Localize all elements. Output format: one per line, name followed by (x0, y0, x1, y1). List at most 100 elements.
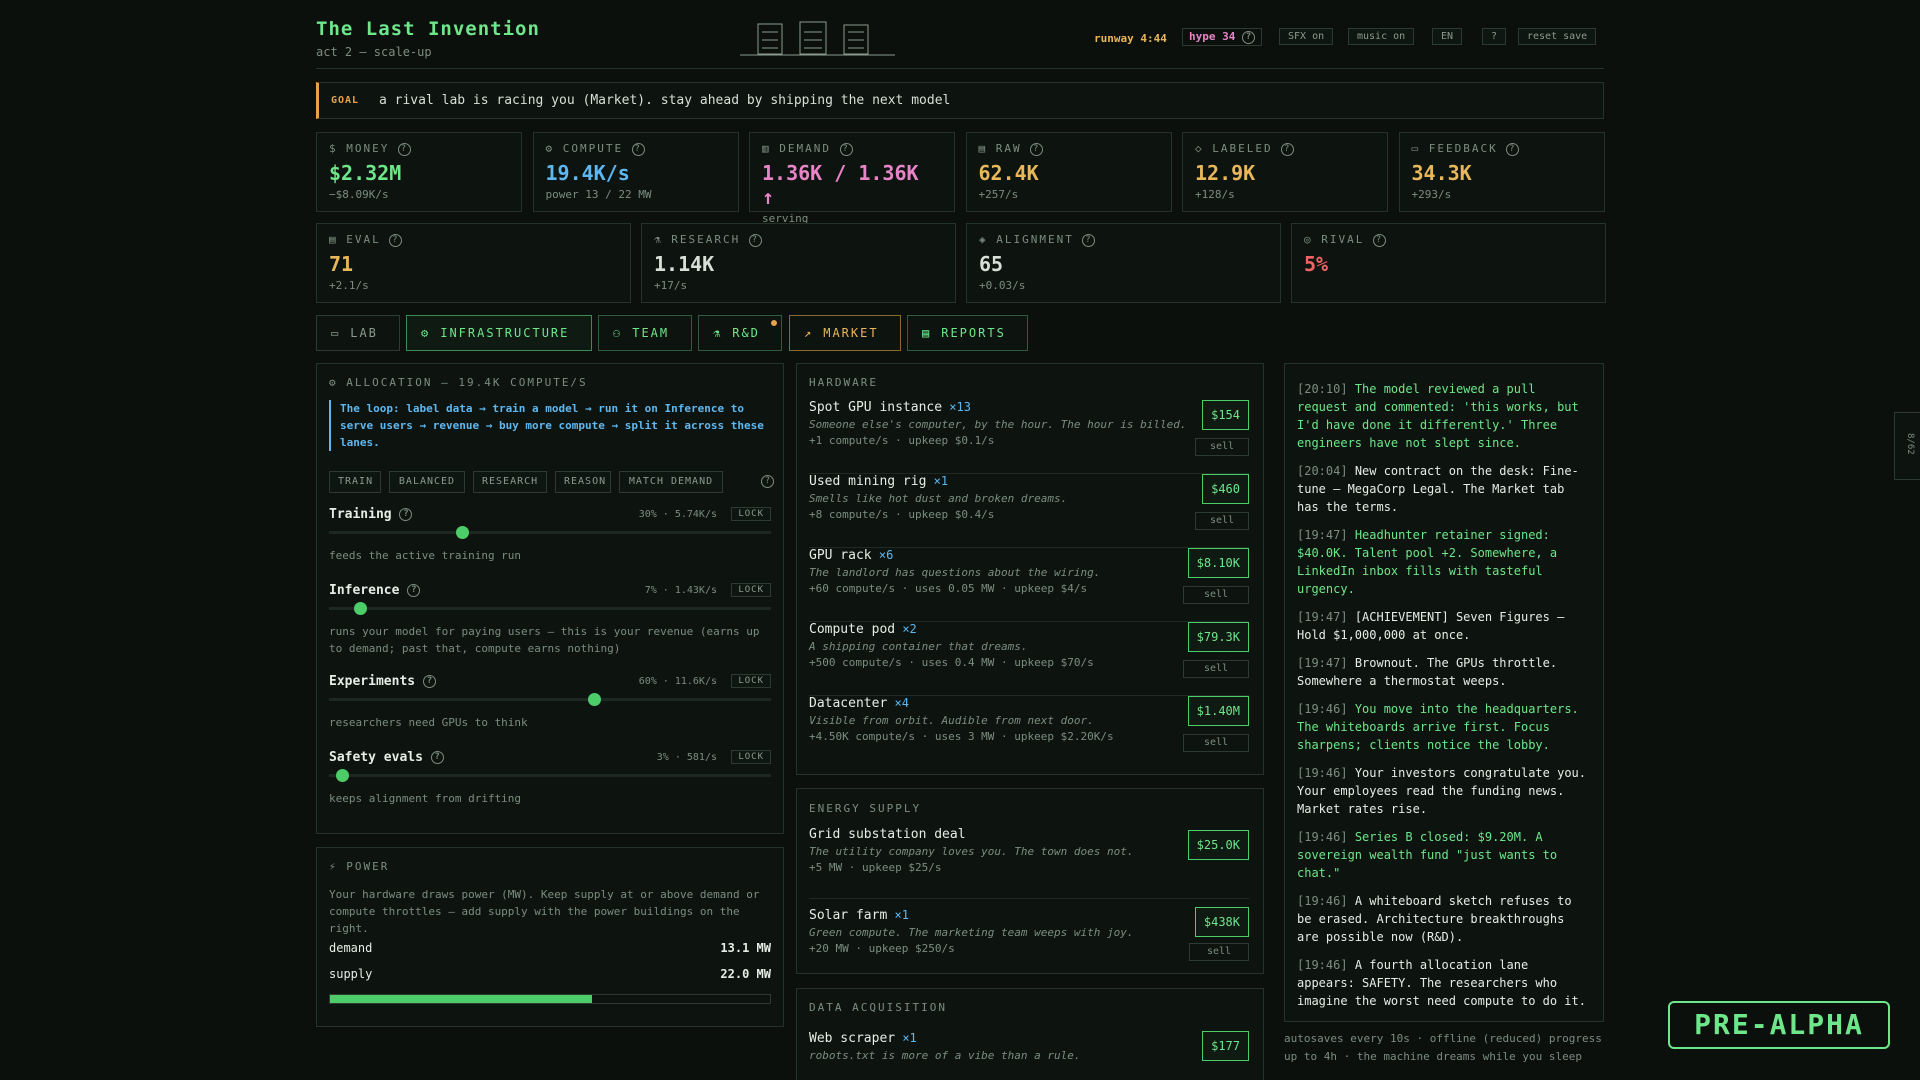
stat-card-alignment: ◈ ALIGNMENT ? 65 +0.03/s (966, 223, 1281, 303)
tab-label: R&D (732, 326, 760, 340)
sell-button[interactable]: sell (1183, 660, 1249, 678)
preset-button-reason[interactable]: REASON (555, 471, 611, 493)
document-icon: ▤ (922, 326, 932, 340)
buy-button[interactable]: $79.3K (1187, 622, 1249, 652)
hardware-item-compute-pod: Compute pod ×2 A shipping container that … (809, 622, 1249, 696)
log-entry: [19:46] Series B closed: $9.20M. A sover… (1297, 828, 1591, 882)
help-icon[interactable]: ? (399, 508, 413, 521)
stat-subtext: +128/s (1195, 187, 1235, 201)
log-entry: [19:47] Brownout. The GPUs throttle. Som… (1297, 654, 1591, 690)
people-icon: ⚇ (613, 326, 623, 340)
reset-save-button[interactable]: reset save (1518, 28, 1597, 45)
stat-value: 12.9K (1195, 160, 1256, 185)
item-stats: +1 compute/s · upkeep $0.1/s (809, 434, 995, 447)
event-log[interactable]: [20:10] The model reviewed a pull reques… (1284, 363, 1604, 1022)
hardware-title: HARDWARE (809, 376, 878, 389)
tab-label: INFRASTRUCTURE (440, 326, 570, 340)
buy-button[interactable]: $8.10K (1187, 548, 1249, 578)
help-icon[interactable]: ? (748, 233, 762, 247)
slider-knob[interactable] (336, 769, 350, 782)
help-icon[interactable]: ? (1373, 233, 1386, 247)
lane-slider[interactable] (329, 693, 771, 706)
preset-button-balanced[interactable]: BALANCED (389, 471, 465, 493)
help-icon[interactable]: ? (422, 675, 436, 688)
tab-infrastructure[interactable]: ⚙ INFRASTRUCTURE (406, 315, 592, 351)
item-description: The landlord has questions about the wir… (809, 566, 1101, 579)
stat-title: ▭ FEEDBACK ? (1412, 142, 1592, 156)
help-icon[interactable]: ? (1082, 233, 1096, 247)
header-divider (316, 68, 1604, 69)
slider-knob[interactable] (588, 693, 602, 706)
tab-market[interactable]: ↗ MARKET (789, 315, 901, 351)
help-button[interactable]: ? (1482, 28, 1507, 45)
money-icon: $ (329, 142, 347, 155)
tab-label: LAB (350, 326, 378, 340)
help-icon[interactable]: ? (430, 751, 444, 764)
help-icon[interactable]: ? (1506, 142, 1520, 156)
lock-button[interactable]: LOCK (731, 674, 771, 688)
buy-button[interactable]: $438K (1194, 907, 1249, 937)
power-bar (329, 994, 771, 1004)
tab-rnd[interactable]: ⚗ R&D (698, 315, 782, 351)
stat-subtext: +17/s (654, 278, 688, 292)
lane-info: 30% · 5.74K/s (638, 509, 717, 520)
gear-icon: ⚙ (421, 326, 431, 340)
help-icon[interactable]: ? (839, 142, 853, 156)
tab-team[interactable]: ⚇ TEAM (598, 315, 692, 351)
log-timestamp: [19:47] (1297, 610, 1348, 624)
sell-button[interactable]: sell (1183, 586, 1249, 604)
notification-dot (771, 320, 777, 326)
loop-explainer: The loop: label data → train a model → r… (329, 400, 769, 451)
preset-button-train[interactable]: TRAIN (329, 471, 381, 493)
stat-title-text: RAW (995, 142, 1022, 155)
sell-button[interactable]: sell (1195, 512, 1249, 530)
lane-name: Safety evals ? (329, 750, 444, 765)
demand-label: demand (329, 941, 373, 955)
help-icon[interactable]: ? (1241, 30, 1255, 44)
buy-button[interactable]: $1.40M (1187, 696, 1249, 726)
help-icon[interactable]: ? (389, 233, 403, 247)
preset-button-research[interactable]: RESEARCH (473, 471, 547, 493)
sell-button[interactable]: sell (1189, 943, 1249, 961)
log-timestamp: [19:46] (1297, 702, 1348, 716)
help-icon[interactable]: ? (398, 142, 411, 156)
lane-slider[interactable] (329, 602, 771, 615)
buy-button[interactable]: $25.0K (1187, 830, 1249, 860)
stat-value: 5% (1304, 251, 1329, 276)
buy-button[interactable]: $460 (1202, 474, 1249, 504)
trend-up-icon: ↗ (804, 326, 814, 340)
hype-meter[interactable]: hype 34 ? (1182, 28, 1262, 46)
buy-button[interactable]: $154 (1202, 400, 1249, 430)
stat-subtext: −$8.09K/s (329, 187, 389, 201)
help-icon[interactable]: ? (631, 142, 645, 156)
tab-lab[interactable]: ▭ LAB (316, 315, 400, 351)
supply-value: 22.0 MW (720, 967, 771, 981)
sell-button[interactable]: sell (1195, 438, 1249, 456)
city-skyline-icon (740, 20, 895, 58)
demand-icon: ▥ (762, 142, 780, 155)
side-drawer-tab[interactable]: 8/62 (1894, 412, 1920, 480)
slider-knob[interactable] (455, 526, 469, 539)
item-description: Smells like hot dust and broken dreams. (809, 492, 1068, 505)
help-icon[interactable]: ? (1281, 142, 1295, 156)
lock-button[interactable]: LOCK (731, 507, 771, 521)
buy-button[interactable]: $177 (1202, 1031, 1249, 1061)
stat-title: ⚙ COMPUTE ? (546, 142, 726, 156)
sell-button[interactable]: sell (1183, 734, 1249, 752)
sfx-toggle-button[interactable]: SFX on (1279, 28, 1334, 45)
help-icon[interactable]: ? (1030, 142, 1044, 156)
language-button[interactable]: EN (1432, 28, 1463, 45)
tab-reports[interactable]: ▤ REPORTS (907, 315, 1028, 351)
preset-button-match-demand[interactable]: MATCH DEMAND (619, 471, 723, 493)
bolt-icon: ⚡ (329, 860, 347, 873)
help-icon[interactable]: ? (407, 584, 421, 597)
side-drawer-label: 8/62 (1905, 433, 1915, 455)
lock-button[interactable]: LOCK (731, 583, 771, 597)
slider-knob[interactable] (353, 602, 367, 615)
lane-slider[interactable] (329, 526, 771, 539)
lane-slider[interactable] (329, 769, 771, 782)
music-toggle-button[interactable]: music on (1348, 28, 1415, 45)
help-icon[interactable]: ? (761, 475, 774, 488)
power-bar-fill (330, 995, 592, 1003)
lock-button[interactable]: LOCK (731, 750, 771, 764)
